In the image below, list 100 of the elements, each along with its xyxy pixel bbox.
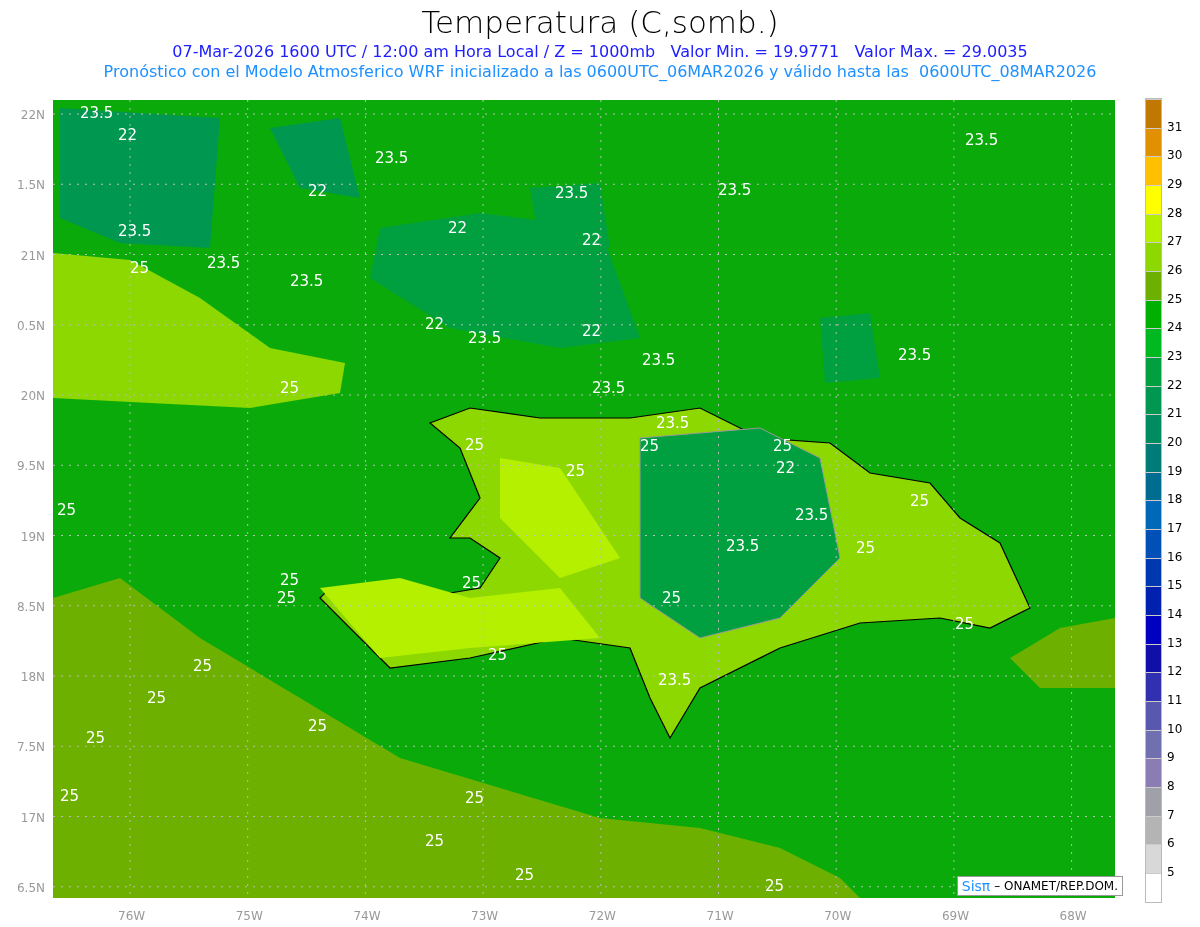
contour-label: 25 <box>856 540 876 556</box>
colorbar-label: 31 <box>1167 118 1183 136</box>
contour-label: 23.5 <box>898 347 932 363</box>
contour-label: 25 <box>662 590 682 606</box>
contour-label: 22 <box>425 316 445 332</box>
colorbar-label: 10 <box>1167 720 1183 738</box>
colorbar-label: 7 <box>1167 806 1176 824</box>
contour-label: 23.5 <box>658 672 692 688</box>
contour-label: 22 <box>582 323 602 339</box>
colorbar-label: 11 <box>1167 692 1183 710</box>
contour-label: 25 <box>280 572 300 588</box>
colorbar-label: 9 <box>1167 749 1176 767</box>
contour-label: 23.5 <box>468 330 502 346</box>
longitude-label: 68W <box>1059 907 1087 925</box>
contour-label: 23.5 <box>555 185 589 201</box>
colorbar-label: 28 <box>1167 204 1183 222</box>
contour-label: 22 <box>308 183 328 199</box>
colorbar-label: 23 <box>1167 348 1183 366</box>
latitude-label: 0.5N <box>16 317 45 335</box>
latitude-label: 20N <box>20 388 45 405</box>
latitude-label: 21N <box>20 247 45 265</box>
credit-logo: Sisπ <box>961 876 991 896</box>
contour-label: 22 <box>118 127 138 143</box>
contour-label: 25 <box>465 437 485 453</box>
latitude-label: 6.5N <box>16 879 45 897</box>
latitude-label: 17N <box>20 809 45 827</box>
colorbar-label: 6 <box>1167 835 1176 853</box>
longitude-label: 73W <box>471 907 499 925</box>
contour-label: 25 <box>640 438 660 454</box>
colorbar-label: 25 <box>1167 290 1183 308</box>
latitude-label: 1.5N <box>16 177 45 195</box>
colorbar-label: 8 <box>1167 778 1176 796</box>
contour-label: 25 <box>566 463 586 479</box>
contour-label: 22 <box>448 220 468 236</box>
contour-label: 25 <box>462 575 482 591</box>
contour-label: 25 <box>280 380 300 396</box>
contour-label: 25 <box>488 647 508 663</box>
longitude-label: 72W <box>588 907 616 925</box>
longitude-label: 74W <box>353 907 381 925</box>
chart-description: Pronóstico con el Modelo Atmosferico WRF inicializado a las 0600UTC_06MAR2026 y válido hasta las 0600UTC_08MAR2026 <box>103 62 1097 82</box>
credit-text: – ONAMET/REP.DOM. <box>994 878 1118 895</box>
contour-label: 23.5 <box>718 182 752 198</box>
contour-label: 22 <box>582 232 602 248</box>
longitude-label: 71W <box>706 907 734 925</box>
colorbar-label: 21 <box>1167 405 1183 423</box>
contour-label: 23.5 <box>642 352 676 368</box>
contour-label: 25 <box>765 878 785 894</box>
contour-label: 23.5 <box>80 105 114 121</box>
contour-label: 25 <box>910 493 930 509</box>
contour-label: 25 <box>515 867 535 883</box>
colorbar-label: 14 <box>1167 606 1183 624</box>
contour-label: 25 <box>465 790 485 806</box>
colorbar-label: 15 <box>1167 577 1183 595</box>
contour-label: 22 <box>776 460 796 476</box>
contour-label: 23.5 <box>795 507 829 523</box>
latitude-label: 18N <box>20 669 45 686</box>
colorbar-label: 19 <box>1167 462 1183 480</box>
contour-label: 23.5 <box>656 415 690 431</box>
latitude-label: 7.5N <box>16 739 45 757</box>
contour-label: 23.5 <box>118 223 152 239</box>
longitude-label: 69W <box>941 907 970 925</box>
contour-label: 25 <box>773 438 793 454</box>
contour-label: 25 <box>193 658 213 674</box>
latitude-label: 8.5N <box>16 598 45 616</box>
contour-label: 25 <box>308 718 328 734</box>
colorbar-label: 26 <box>1167 262 1183 279</box>
latitude-label: 19N <box>20 528 45 546</box>
contour-label: 25 <box>86 730 106 746</box>
contour-label: 23.5 <box>375 150 409 166</box>
colorbar-label: 22 <box>1167 376 1183 394</box>
contour-label: 23.5 <box>290 273 324 289</box>
colorbar-label: 30 <box>1167 147 1183 165</box>
chart-subtitle: 07-Mar-2026 1600 UTC / 12:00 am Hora Local / Z = 1000mb Valor Min. = 19.9771 Valor Max. = 29.0035 <box>172 42 1028 62</box>
colorbar-label: 18 <box>1167 491 1183 509</box>
contour-label: 23.5 <box>965 132 999 148</box>
latitude-label: 9.5N <box>16 458 45 476</box>
contour-label: 25 <box>130 260 150 276</box>
colorbar-label: 29 <box>1167 176 1183 193</box>
colorbar-label: 16 <box>1167 548 1183 566</box>
longitude-label: 75W <box>235 907 263 925</box>
contour-label: 25 <box>147 690 167 706</box>
colorbar-label: 24 <box>1167 319 1183 337</box>
contour-label: 25 <box>277 590 297 606</box>
contour-label: 23.5 <box>207 255 241 271</box>
colorbar-label: 27 <box>1167 233 1183 251</box>
contour-label: 23.5 <box>726 538 760 554</box>
contour-label: 25 <box>425 833 445 849</box>
latitude-label: 22N <box>20 107 45 124</box>
colorbar-label: 12 <box>1167 663 1183 681</box>
colorbar-label: 17 <box>1167 520 1183 538</box>
colorbar-label: 13 <box>1167 634 1183 652</box>
contour-label: 25 <box>955 616 975 632</box>
contour-label: 23.5 <box>592 380 626 396</box>
colorbar-label: 5 <box>1167 864 1176 882</box>
longitude-label: 70W <box>824 907 852 925</box>
colorbar-label: 20 <box>1167 434 1183 452</box>
longitude-label: 76W <box>118 907 146 925</box>
chart-title: Temperatura (C,somb.) <box>421 3 779 42</box>
contour-label: 25 <box>60 788 80 804</box>
contour-label: 25 <box>57 502 77 518</box>
